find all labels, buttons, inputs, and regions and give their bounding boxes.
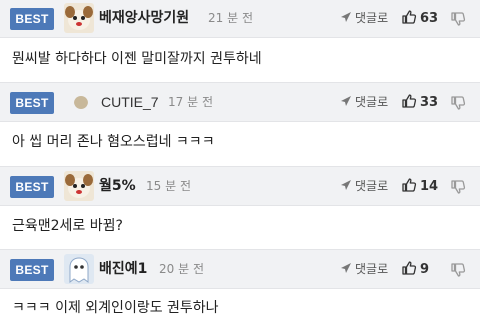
comment-time: 17 분 전 <box>168 95 213 109</box>
reply-arrow-icon <box>341 12 351 22</box>
comment-header: BEST 월5% 15 분 전 댓글로 14 <box>0 166 480 206</box>
reply-button[interactable]: 댓글로 <box>340 10 388 26</box>
comment-nickname[interactable]: 베재앙사망기원 <box>99 9 189 27</box>
puppy-avatar-icon[interactable] <box>64 171 94 201</box>
best-badge: BEST <box>10 176 54 198</box>
comment-text: 근육맨2세로 바뀜? <box>12 218 123 234</box>
puppy-avatar-icon[interactable] <box>64 3 94 33</box>
dislike-button[interactable] <box>450 93 466 112</box>
comment-nickname[interactable]: CUTIE_7 <box>101 93 159 111</box>
comment-header: BEST CUTIE_7 17 분 전 댓글로 33 <box>0 82 480 122</box>
comment-time: 15 분 전 <box>146 179 191 193</box>
like-button[interactable]: 14 <box>401 177 438 196</box>
reply-arrow-icon <box>341 96 351 106</box>
thumbs-up-icon <box>402 94 417 108</box>
reply-button[interactable]: 댓글로 <box>340 178 388 194</box>
like-count: 33 <box>420 95 439 110</box>
best-badge: BEST <box>10 259 54 281</box>
comment-time: 20 분 전 <box>159 262 204 276</box>
best-badge: BEST <box>10 8 54 30</box>
reply-label: 댓글로 <box>355 11 389 25</box>
dislike-button[interactable] <box>450 9 466 28</box>
reply-arrow-icon <box>341 263 351 273</box>
comment-nickname[interactable]: 배진예1 <box>99 260 147 278</box>
like-count: 9 <box>420 262 430 277</box>
dot-avatar-icon[interactable] <box>74 95 88 109</box>
thumbs-down-icon <box>451 180 466 194</box>
thumbs-down-icon <box>451 96 466 110</box>
comment-text: 아 씹 머리 존나 혐오스럽네 ㅋㅋㅋ <box>12 134 215 150</box>
reply-label: 댓글로 <box>355 95 389 109</box>
reply-arrow-icon <box>341 180 351 190</box>
reply-label: 댓글로 <box>355 179 389 193</box>
like-button[interactable]: 33 <box>401 93 438 112</box>
comment-nickname[interactable]: 월5% <box>99 177 136 195</box>
reply-button[interactable]: 댓글로 <box>340 94 388 110</box>
like-button[interactable]: 9 <box>401 260 429 279</box>
thumbs-up-icon <box>402 261 417 275</box>
comment-header: BEST 베재앙사망기원 21 분 전 댓글로 63 <box>0 0 480 38</box>
like-count: 14 <box>420 179 439 194</box>
thumbs-down-icon <box>451 263 466 277</box>
best-badge: BEST <box>10 92 54 114</box>
dislike-button[interactable] <box>450 260 466 279</box>
dislike-button[interactable] <box>450 177 466 196</box>
thumbs-up-icon <box>402 178 417 192</box>
comment-time: 21 분 전 <box>208 11 253 25</box>
comment-header: BEST 배진예1 20 분 전 댓글로 9 <box>0 249 480 289</box>
comment-text: 뭔씨발 하다하다 이젠 말미잘까지 권투하네 <box>12 51 262 67</box>
reply-label: 댓글로 <box>355 262 389 276</box>
ghost-avatar-icon[interactable] <box>64 254 94 284</box>
like-button[interactable]: 63 <box>401 9 438 28</box>
thumbs-down-icon <box>451 12 466 26</box>
thumbs-up-icon <box>402 10 417 24</box>
reply-button[interactable]: 댓글로 <box>340 261 388 277</box>
comment-text: ㅋㅋㅋ 이제 외계인이랑도 권투하나 <box>12 300 219 316</box>
like-count: 63 <box>420 11 439 26</box>
